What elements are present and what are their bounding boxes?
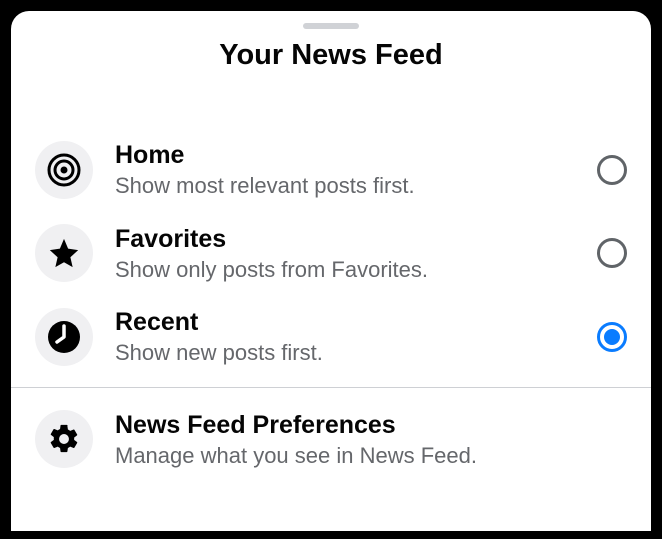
option-recent-title: Recent — [115, 307, 597, 337]
preferences-title: News Feed Preferences — [115, 410, 627, 440]
radio-recent[interactable] — [597, 322, 627, 352]
option-favorites-title: Favorites — [115, 224, 597, 254]
option-recent[interactable]: Recent Show new posts first. — [11, 295, 651, 379]
option-home-title: Home — [115, 140, 597, 170]
drag-handle[interactable] — [303, 23, 359, 29]
preferences-text: News Feed Preferences Manage what you se… — [115, 410, 627, 470]
option-favorites-text: Favorites Show only posts from Favorites… — [115, 224, 597, 284]
page-title: Your News Feed — [11, 39, 651, 72]
option-home-subtitle: Show most relevant posts first. — [115, 172, 597, 200]
news-feed-sheet: Your News Feed Home Show most relevant p… — [11, 11, 651, 531]
preferences-subtitle: Manage what you see in News Feed. — [115, 442, 627, 470]
option-recent-subtitle: Show new posts first. — [115, 339, 597, 367]
feed-options-list: Home Show most relevant posts first. Fav… — [11, 128, 651, 481]
option-favorites-subtitle: Show only posts from Favorites. — [115, 256, 597, 284]
radio-favorites[interactable] — [597, 238, 627, 268]
option-favorites[interactable]: Favorites Show only posts from Favorites… — [11, 212, 651, 296]
radio-home[interactable] — [597, 155, 627, 185]
option-recent-text: Recent Show new posts first. — [115, 307, 597, 367]
preferences-row[interactable]: News Feed Preferences Manage what you se… — [11, 398, 651, 482]
divider — [11, 387, 651, 388]
star-icon — [35, 224, 93, 282]
gear-icon — [35, 410, 93, 468]
option-home[interactable]: Home Show most relevant posts first. — [11, 128, 651, 212]
target-icon — [35, 141, 93, 199]
option-home-text: Home Show most relevant posts first. — [115, 140, 597, 200]
clock-icon — [35, 308, 93, 366]
